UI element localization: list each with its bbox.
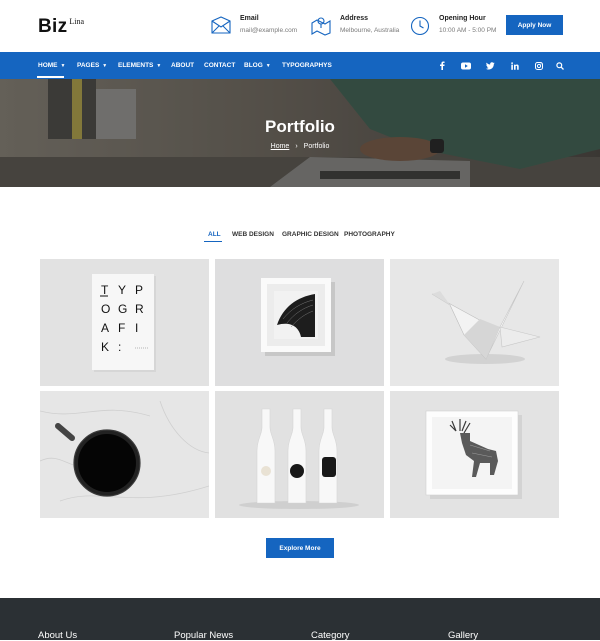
apply-now-button[interactable]: Apply Now bbox=[506, 15, 563, 35]
address-value: Melbourne, Australia bbox=[340, 27, 400, 34]
breadcrumb-home-link[interactable]: Home bbox=[271, 143, 290, 150]
nav-label: BLOG bbox=[244, 62, 263, 69]
hours-title: Opening Hour bbox=[439, 15, 486, 22]
map-icon bbox=[311, 17, 331, 36]
clock-icon bbox=[410, 16, 430, 36]
active-filter-underline bbox=[204, 241, 222, 242]
filter-photography[interactable]: PHOTOGRAPHY bbox=[344, 231, 395, 238]
book-letter: K bbox=[101, 340, 109, 354]
deer-print-image bbox=[390, 391, 559, 518]
nav-label: HOME bbox=[38, 62, 58, 69]
bottles-image bbox=[215, 391, 384, 518]
breadcrumb-current: Portfolio bbox=[303, 143, 330, 150]
typography-book-image: T Y P O G R A F I K: bbox=[40, 259, 209, 386]
footer-heading-about: About Us bbox=[38, 630, 78, 641]
nav-item-contact[interactable]: CONTACT bbox=[204, 52, 235, 79]
nav-label: TYPOGRAPHYS bbox=[282, 62, 332, 69]
logo[interactable]: Biz Lina bbox=[38, 16, 84, 38]
breadcrumb: Home › Portfolio bbox=[0, 143, 600, 150]
linkedin-icon[interactable] bbox=[508, 52, 522, 79]
footer-heading-popular-news: Popular News bbox=[174, 630, 234, 641]
envelope-icon bbox=[211, 16, 231, 34]
active-nav-indicator bbox=[37, 76, 64, 78]
nav-label: CONTACT bbox=[204, 62, 236, 69]
footer-heading-gallery: Gallery bbox=[448, 630, 479, 641]
youtube-icon[interactable] bbox=[459, 52, 473, 79]
framed-print-image bbox=[215, 259, 384, 386]
book-letter: G bbox=[118, 302, 127, 316]
email-value: mail@example.com bbox=[240, 27, 298, 34]
portfolio-item-paper-crane[interactable] bbox=[390, 259, 559, 386]
chevron-down-icon: ▼ bbox=[156, 62, 162, 69]
main-nav: HOME ▼ PAGES ▼ ELEMENTS ▼ ABOUT CONTACT BLO… bbox=[0, 52, 600, 79]
coffee-cup-image bbox=[40, 391, 209, 518]
address-info: Address Melbourne, Australia bbox=[310, 14, 399, 37]
page-banner: Portfolio Home › Portfolio bbox=[0, 79, 600, 187]
logo-text: Biz bbox=[38, 16, 68, 37]
book-letter: T bbox=[101, 283, 109, 297]
logo-superscript: Lina bbox=[69, 17, 85, 26]
search-icon[interactable] bbox=[553, 52, 567, 79]
book-letter: P bbox=[135, 283, 143, 297]
address-title: Address bbox=[340, 15, 369, 22]
nav-label: ELEMENTS bbox=[118, 62, 154, 69]
nav-item-home[interactable]: HOME ▼ bbox=[38, 52, 65, 79]
book-letter: F bbox=[118, 321, 125, 335]
explore-more-button[interactable]: Explore More bbox=[266, 538, 334, 558]
filter-all[interactable]: ALL bbox=[208, 231, 221, 238]
nav-item-about[interactable]: ABOUT bbox=[171, 52, 194, 79]
footer: About Us Popular News Category Gallery bbox=[0, 598, 600, 641]
paper-crane-image bbox=[390, 259, 559, 386]
footer-heading-category: Category bbox=[311, 630, 350, 641]
book-letter: I bbox=[135, 321, 138, 335]
email-title: Email bbox=[240, 15, 259, 22]
facebook-icon[interactable] bbox=[435, 52, 449, 79]
portfolio-filters: ALL WEB DESIGN GRAPHIC DESIGN PHOTOGRAPH… bbox=[0, 231, 600, 243]
filter-graphic-design[interactable]: GRAPHIC DESIGN bbox=[282, 231, 339, 238]
book-letter: R bbox=[135, 302, 144, 316]
chevron-down-icon: ▼ bbox=[60, 62, 66, 69]
nav-item-pages[interactable]: PAGES ▼ bbox=[77, 52, 107, 79]
portfolio-item-coffee-cup[interactable] bbox=[40, 391, 209, 518]
book-letter: : bbox=[118, 340, 121, 354]
portfolio-item-typography-book[interactable]: TYP OGR AFI K: bbox=[40, 259, 209, 386]
page-title: Portfolio bbox=[265, 117, 335, 136]
chevron-down-icon: ▼ bbox=[102, 62, 108, 69]
portfolio-item-framed-print[interactable] bbox=[215, 259, 384, 386]
filter-web-design[interactable]: WEB DESIGN bbox=[232, 231, 274, 238]
book-letter: A bbox=[101, 321, 109, 335]
instagram-icon[interactable] bbox=[532, 52, 546, 79]
twitter-icon[interactable] bbox=[483, 52, 497, 79]
email-info: Email mail@example.com bbox=[210, 14, 297, 37]
nav-label: ABOUT bbox=[171, 62, 195, 69]
hours-info: Opening Hour 10:00 AM - 5:00 PM bbox=[409, 14, 496, 37]
nav-item-blog[interactable]: BLOG ▼ bbox=[244, 52, 271, 79]
nav-label: PAGES bbox=[77, 62, 100, 69]
nav-item-elements[interactable]: ELEMENTS ▼ bbox=[118, 52, 161, 79]
book-letter: Y bbox=[118, 283, 126, 297]
portfolio-item-deer-print[interactable] bbox=[390, 391, 559, 518]
breadcrumb-separator: › bbox=[295, 143, 298, 150]
top-header: Biz Lina Email mail@example.com Address … bbox=[0, 0, 600, 52]
portfolio-item-bottles[interactable] bbox=[215, 391, 384, 518]
hours-value: 10:00 AM - 5:00 PM bbox=[439, 27, 497, 34]
book-letter: O bbox=[101, 302, 110, 316]
chevron-down-icon: ▼ bbox=[265, 62, 271, 69]
nav-item-typographys[interactable]: TYPOGRAPHYS bbox=[282, 52, 332, 79]
